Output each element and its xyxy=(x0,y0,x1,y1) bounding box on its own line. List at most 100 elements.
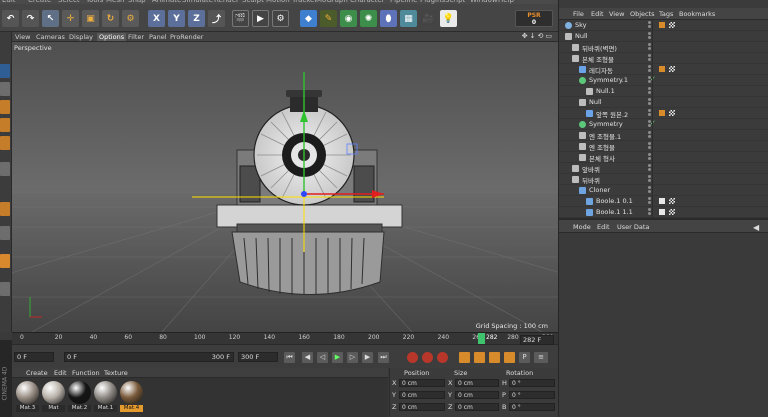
material-swatch[interactable] xyxy=(94,381,117,404)
key-scale-icon[interactable] xyxy=(474,352,485,363)
object-name[interactable]: 앞바퀴 xyxy=(582,164,600,174)
rotation-field[interactable]: 0 ° xyxy=(509,379,555,387)
am-menu-mode[interactable]: Mode xyxy=(573,223,591,231)
tag-icon[interactable] xyxy=(659,22,665,28)
rotation-field[interactable]: 0 ° xyxy=(509,391,555,399)
previous-frame-icon[interactable]: ◁ xyxy=(317,352,328,363)
snap-icon[interactable] xyxy=(0,202,10,216)
redo-icon[interactable]: ↷ xyxy=(22,10,39,27)
keyframe-selection-icon[interactable] xyxy=(437,352,448,363)
scale-tool-icon[interactable]: ▣ xyxy=(82,10,99,27)
deformer-icon[interactable]: ⬮ xyxy=(380,10,397,27)
object-row[interactable]: Symmetry✓ xyxy=(559,119,768,130)
next-key-icon[interactable]: ▶ xyxy=(362,352,373,363)
object-name[interactable]: 레디자동 xyxy=(589,65,613,75)
om-menu-edit[interactable]: Edit xyxy=(591,10,604,18)
cloner-icon[interactable]: ✺ xyxy=(360,10,377,27)
object-row[interactable]: 뒤바퀴(벽면) xyxy=(559,42,768,53)
record-active-icon[interactable] xyxy=(407,352,418,363)
size-field[interactable]: 0 cm xyxy=(455,391,499,399)
om-menu-view[interactable]: View xyxy=(609,10,624,18)
object-row[interactable]: Sky xyxy=(559,20,768,31)
object-name[interactable]: 앞쪽 원본.2 xyxy=(596,109,628,119)
object-row[interactable]: Symmetry.1✓ xyxy=(559,75,768,86)
om-menu-file[interactable]: File xyxy=(573,10,584,18)
key-pla-icon[interactable]: P xyxy=(519,352,530,363)
object-row[interactable]: 엔 조형물.1 xyxy=(559,130,768,141)
object-row[interactable]: 앞쪽 원본.2 xyxy=(559,108,768,119)
object-name[interactable]: Null xyxy=(589,98,602,106)
object-row[interactable]: 엔 조형물 xyxy=(559,141,768,152)
axis-mode-icon[interactable] xyxy=(0,162,10,176)
texture-tag-icon[interactable] xyxy=(669,198,675,204)
go-to-end-icon[interactable]: ⏭ xyxy=(378,352,389,363)
key-position-icon[interactable] xyxy=(459,352,470,363)
start-frame-field[interactable]: 0 F xyxy=(14,352,54,362)
undo-icon[interactable]: ↶ xyxy=(2,10,19,27)
object-row[interactable]: 본체 조형물 xyxy=(559,53,768,64)
subdivision-surface-icon[interactable]: ◉ xyxy=(340,10,357,27)
polygons-mode-icon[interactable] xyxy=(0,136,10,150)
points-mode-icon[interactable] xyxy=(0,100,10,114)
next-frame-icon[interactable]: ▷ xyxy=(347,352,358,363)
object-name[interactable]: 엔 조형물.1 xyxy=(589,131,621,141)
camera-icon[interactable]: 🎥 xyxy=(420,10,437,27)
tag-icon[interactable] xyxy=(659,66,665,72)
material-label[interactable]: Mat xyxy=(42,405,65,412)
om-menu-objects[interactable]: Objects xyxy=(630,10,655,18)
object-name[interactable]: 본체 조형물 xyxy=(582,54,614,64)
position-field[interactable]: 0 cm xyxy=(399,379,445,387)
go-to-start-icon[interactable]: ⏮ xyxy=(284,352,295,363)
rotate-tool-icon[interactable]: ↻ xyxy=(102,10,119,27)
object-name[interactable]: Cloner xyxy=(589,186,610,194)
viewport-menu-options[interactable]: Options xyxy=(97,33,127,41)
viewport-menu-prorender[interactable]: ProRender xyxy=(170,33,203,41)
size-field[interactable]: 0 cm xyxy=(455,403,499,411)
floor-icon[interactable]: ▦ xyxy=(400,10,417,27)
material-label[interactable]: Mat.1 xyxy=(94,405,117,412)
object-row[interactable]: Null xyxy=(559,97,768,108)
material-label[interactable]: Mat.3 xyxy=(16,405,39,412)
object-name[interactable]: Boole.1 1.1 xyxy=(596,208,633,216)
recent-tool-icon[interactable]: ⚙ xyxy=(122,10,139,27)
live-selection-icon[interactable]: ↖ xyxy=(42,10,59,27)
texture-mode-icon[interactable] xyxy=(0,82,10,96)
tag-icon[interactable] xyxy=(659,209,665,215)
pen-spline-icon[interactable]: ✎ xyxy=(320,10,337,27)
texture-tag-icon[interactable] xyxy=(669,209,675,215)
object-name[interactable]: Symmetry xyxy=(589,120,623,128)
move-tool-icon[interactable]: ✛ xyxy=(62,10,79,27)
object-row[interactable]: 레디자동 xyxy=(559,64,768,75)
cube-icon[interactable]: ◆ xyxy=(300,10,317,27)
object-name[interactable]: Boole.1 0.1 xyxy=(596,197,633,205)
play-icon[interactable]: ▶ xyxy=(332,352,343,363)
z-axis-lock-button[interactable]: Z xyxy=(188,10,205,27)
object-row[interactable]: Null xyxy=(559,31,768,42)
render-settings-icon[interactable]: ⚙ xyxy=(272,10,289,27)
preview-range-slider[interactable]: 0 F 300 F xyxy=(64,352,234,362)
object-row[interactable]: 뒤바퀴 xyxy=(559,174,768,185)
viewport-menu-display[interactable]: Display xyxy=(69,33,93,41)
timeline-ruler[interactable]: 0204060801001201401601802002202402602803… xyxy=(12,332,558,344)
material-menu-function[interactable]: Function xyxy=(72,369,100,377)
workplane-icon[interactable] xyxy=(0,226,10,240)
sculpt-icon[interactable] xyxy=(0,282,10,296)
previous-key-icon[interactable]: ◀ xyxy=(302,352,313,363)
object-name[interactable]: 엔 조형물 xyxy=(589,142,615,152)
coordinate-system-icon[interactable]: ⤴ xyxy=(208,10,225,27)
size-field[interactable]: 0 cm xyxy=(455,379,499,387)
viewport-menu-cameras[interactable]: Cameras xyxy=(36,33,65,41)
viewport-nav-icons[interactable]: ✥↓⟲▭ xyxy=(522,32,554,40)
rotation-field[interactable]: 0 ° xyxy=(509,403,555,411)
current-frame-field[interactable]: 282 F xyxy=(520,335,554,345)
object-row[interactable]: Null.1 xyxy=(559,86,768,97)
tag-icon[interactable] xyxy=(659,198,665,204)
object-row[interactable]: 본체 형사 xyxy=(559,152,768,163)
am-menu-edit[interactable]: Edit xyxy=(597,223,610,231)
am-back-icon[interactable]: ◀ xyxy=(753,223,759,232)
object-row[interactable]: Cloner xyxy=(559,185,768,196)
material-label[interactable]: Mat.2 xyxy=(68,405,91,412)
material-swatch[interactable] xyxy=(68,381,91,404)
object-name[interactable]: Null.1 xyxy=(596,87,615,95)
object-name[interactable]: Sky xyxy=(575,21,587,29)
